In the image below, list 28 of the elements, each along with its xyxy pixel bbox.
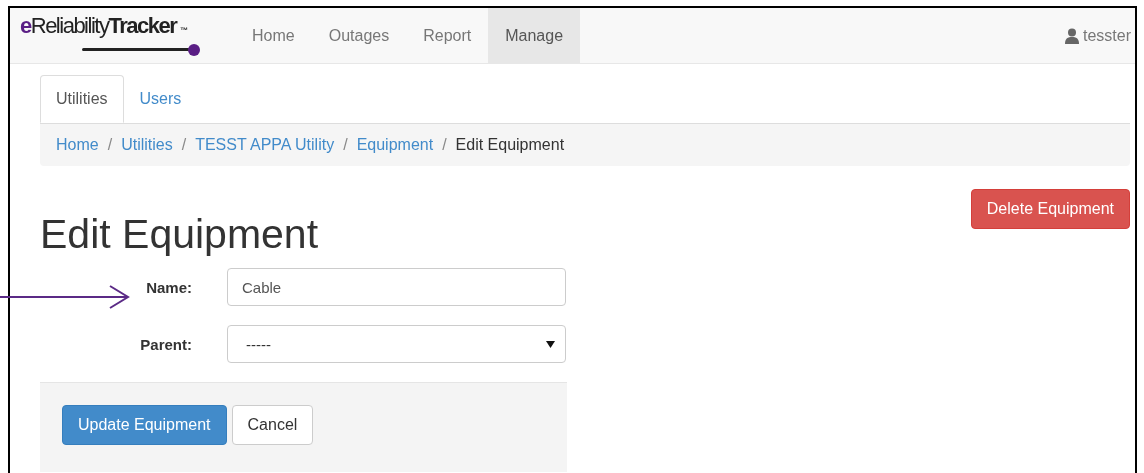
user-menu[interactable]: tesster xyxy=(1083,26,1131,45)
cancel-button[interactable]: Cancel xyxy=(231,405,314,445)
nav-link[interactable]: Outages xyxy=(311,8,407,63)
breadcrumb-link[interactable]: Equipment xyxy=(356,136,434,154)
nav-link[interactable]: Home xyxy=(235,8,312,63)
caret-icon xyxy=(546,340,555,348)
input-field[interactable]: Cable xyxy=(227,268,566,306)
page-heading: Edit Equipment xyxy=(40,210,319,258)
breadcrumb-link[interactable]: TESST APPA Utility xyxy=(195,136,335,154)
select-field[interactable]: ----- xyxy=(227,325,566,363)
field-label: Name: xyxy=(146,278,192,296)
breadcrumb-separator: / xyxy=(181,136,187,154)
delete-button[interactable]: Delete Equipment xyxy=(970,189,1130,229)
field-label: Parent: xyxy=(140,335,192,353)
nav-link[interactable]: Report xyxy=(406,8,489,63)
breadcrumb-current: Edit Equipment xyxy=(455,136,565,154)
logo-underline-icon xyxy=(82,43,202,57)
tab[interactable]: Utilities xyxy=(40,75,124,123)
breadcrumb-separator: / xyxy=(442,136,447,154)
user-icon xyxy=(1065,27,1079,44)
nav-link[interactable]: Manage xyxy=(488,8,581,63)
tab[interactable]: Users xyxy=(123,75,198,123)
breadcrumb-separator: / xyxy=(343,136,348,154)
update-button[interactable]: Update Equipment xyxy=(62,405,227,445)
breadcrumb-separator: / xyxy=(107,136,113,154)
breadcrumb-link[interactable]: Utilities xyxy=(121,136,173,154)
breadcrumb-link[interactable]: Home xyxy=(56,136,99,154)
logo: eReliabilityTracker ™ xyxy=(20,14,189,40)
